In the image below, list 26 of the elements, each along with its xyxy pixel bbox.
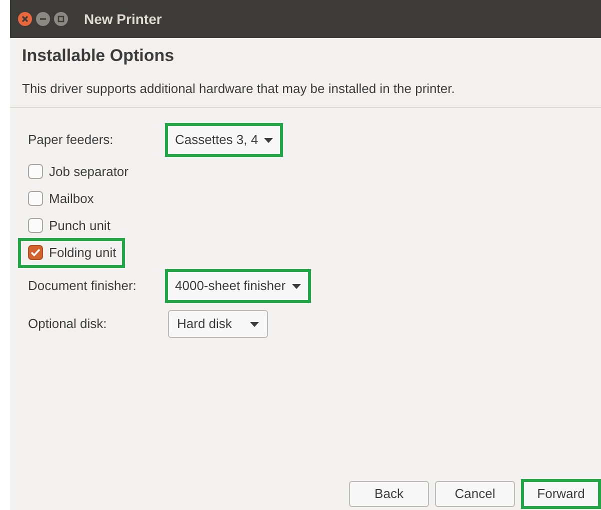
checkbox[interactable] xyxy=(28,191,43,206)
field-label: Document finisher: xyxy=(27,277,138,296)
dialog-button[interactable]: Cancel xyxy=(435,481,515,507)
dialog-button[interactable]: Back xyxy=(349,481,429,507)
page-heading: Installable Options xyxy=(22,45,176,67)
window-title: New Printer xyxy=(84,10,162,28)
caret-icon xyxy=(264,138,274,142)
close-icon[interactable] xyxy=(18,12,32,26)
field-label: Paper feeders: xyxy=(27,131,114,150)
caret-icon xyxy=(292,284,301,288)
checkbox[interactable] xyxy=(28,218,43,233)
dropdown[interactable]: 4000-sheet finisher xyxy=(165,269,311,303)
dropdown[interactable]: Hard disk xyxy=(168,310,268,338)
field-label: Optional disk: xyxy=(27,315,108,334)
minimize-icon[interactable] xyxy=(36,12,50,26)
maximize-icon[interactable] xyxy=(54,12,68,26)
dropdown[interactable]: Cassettes 3, 4 xyxy=(165,123,284,157)
caret-icon xyxy=(250,322,259,326)
description: This driver supports additional hardware that may be installed in the printer. xyxy=(22,80,456,98)
checkbox-label[interactable]: Mailbox xyxy=(49,188,94,208)
checkbox[interactable] xyxy=(28,245,43,260)
checkbox-label[interactable]: Folding unit xyxy=(49,242,116,262)
checkbox-label[interactable]: Punch unit xyxy=(49,216,110,236)
dialog-button[interactable]: Forward xyxy=(521,479,601,509)
checkbox-label[interactable]: Job separator xyxy=(49,162,128,182)
checkbox[interactable] xyxy=(28,164,43,179)
